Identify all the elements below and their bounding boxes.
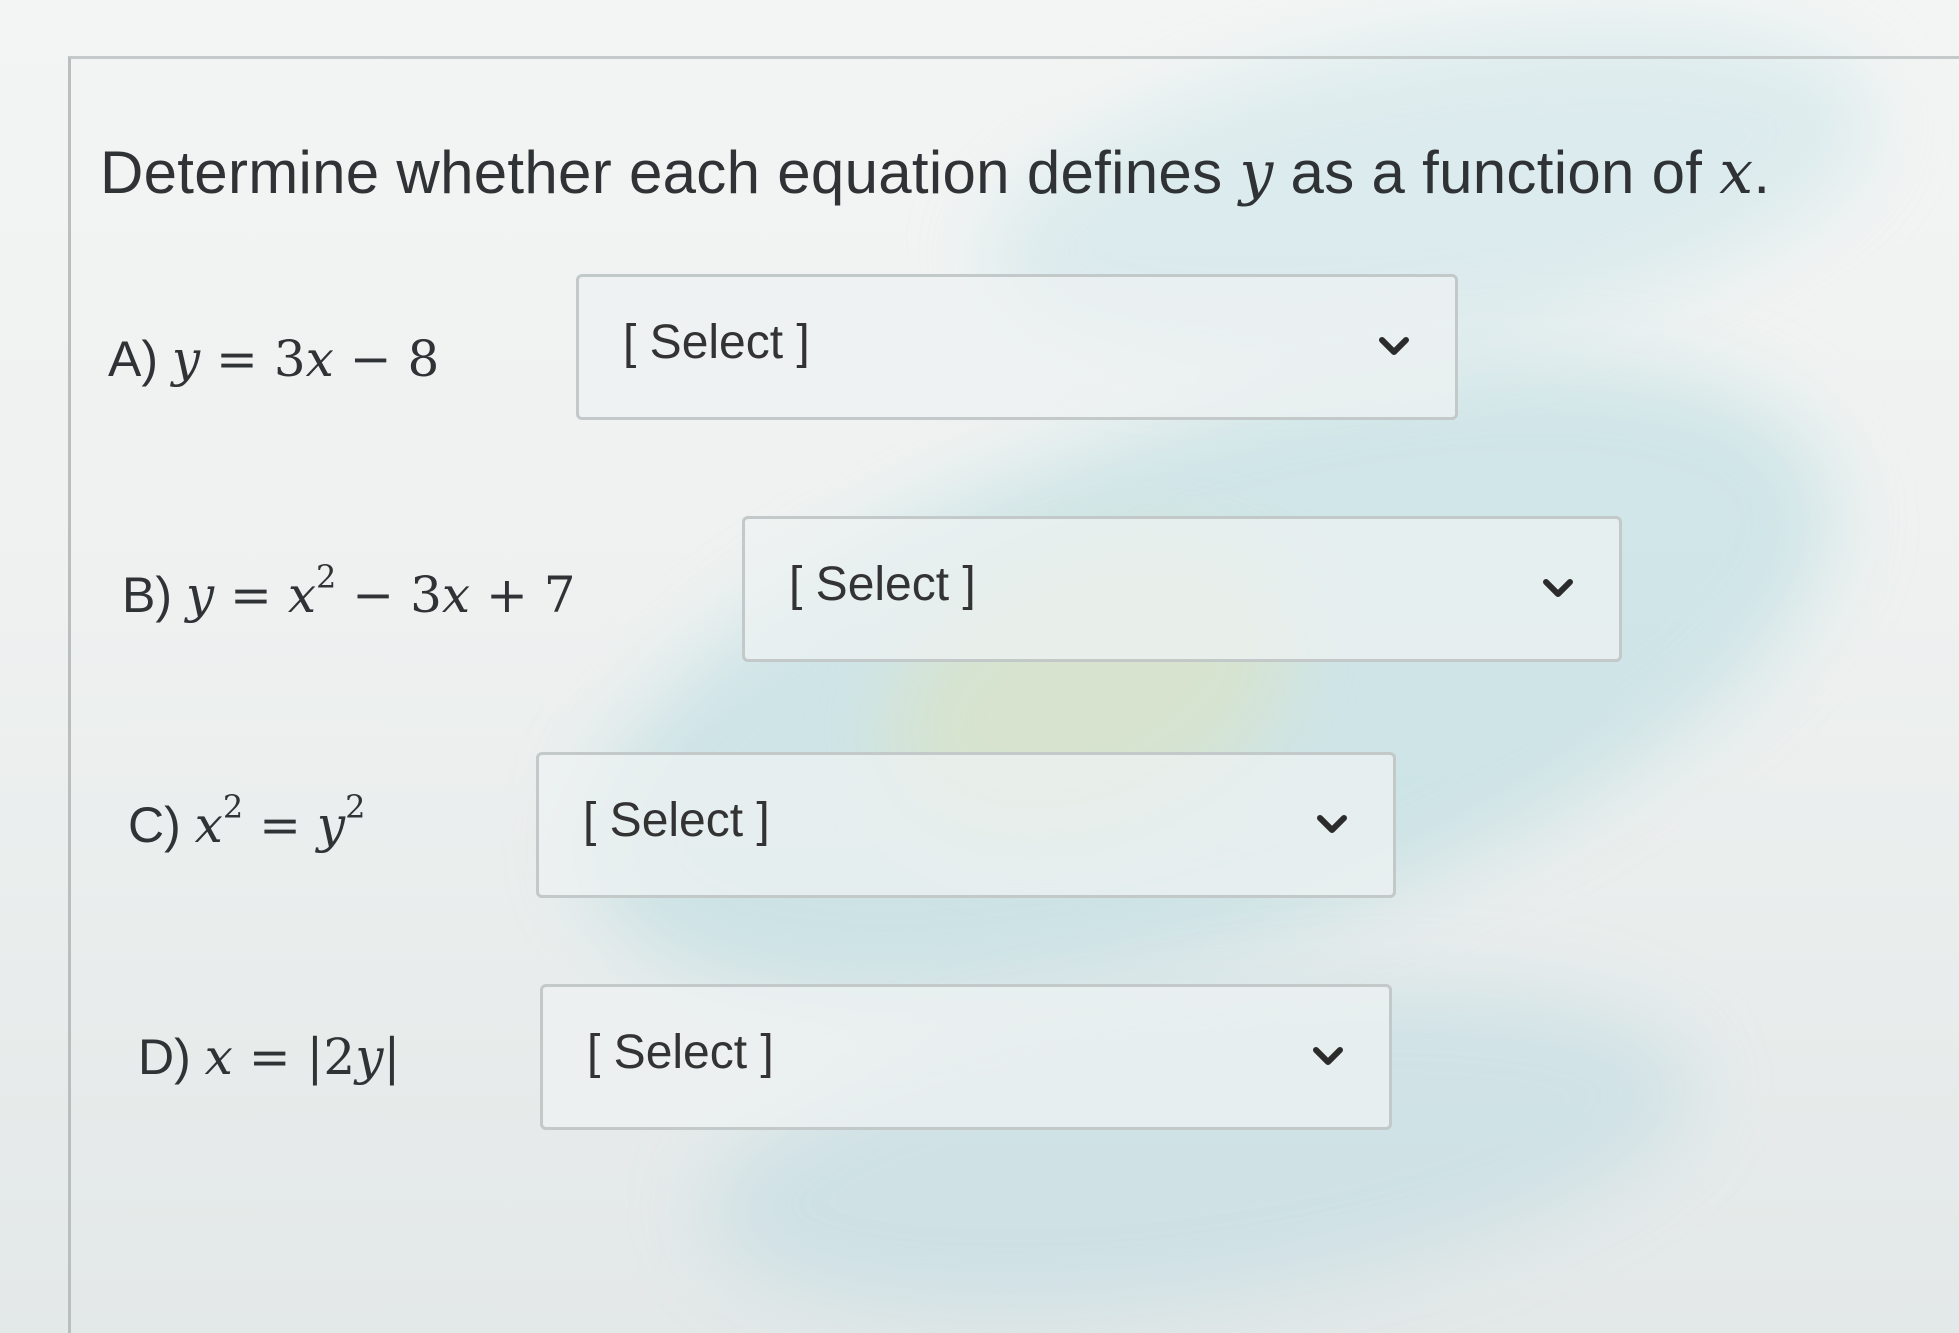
select-d-dropdown[interactable]: [ Select ] (540, 984, 1392, 1130)
select-a-dropdown[interactable]: [ Select ] (576, 274, 1458, 420)
item-d-label: D) x = |2y| (138, 1028, 400, 1086)
chevron-down-icon (1541, 571, 1575, 605)
item-b-label: B) y = x2 − 3x + 7 (122, 558, 576, 624)
select-b-dropdown[interactable]: [ Select ] (742, 516, 1622, 662)
item-c-letter: C) (128, 797, 181, 853)
chevron-down-icon (1315, 807, 1349, 841)
equation-d: x = |2y| (204, 1028, 401, 1086)
question-panel (68, 56, 1959, 1333)
item-d-letter: D) (138, 1029, 191, 1085)
item-a-letter: A) (108, 331, 158, 387)
question-prompt: Determine whether each equation defines … (100, 138, 1770, 208)
select-a-value: [ Select ] (623, 316, 810, 369)
prompt-var-x: x (1719, 138, 1754, 208)
select-b-value: [ Select ] (789, 558, 976, 611)
item-a-label: A) y = 3x − 8 (108, 330, 439, 388)
item-b-letter: B) (122, 567, 172, 623)
equation-c: x2 = y2 (194, 788, 366, 854)
select-c-dropdown[interactable]: [ Select ] (536, 752, 1396, 898)
select-c-value: [ Select ] (583, 794, 770, 847)
chevron-down-icon (1377, 329, 1411, 363)
prompt-var-y: y (1239, 138, 1274, 208)
screen: Determine whether each equation defines … (0, 0, 1959, 1333)
chevron-down-icon (1311, 1039, 1345, 1073)
prompt-text-middle: as a function of (1273, 139, 1720, 206)
select-d-value: [ Select ] (587, 1026, 774, 1079)
prompt-text-before: Determine whether each equation defines (100, 139, 1240, 206)
prompt-text-end: . (1753, 139, 1771, 206)
equation-a: y = 3x − 8 (171, 330, 440, 388)
equation-b: y = x2 − 3x + 7 (185, 558, 576, 624)
item-c-label: C) x2 = y2 (128, 788, 366, 854)
